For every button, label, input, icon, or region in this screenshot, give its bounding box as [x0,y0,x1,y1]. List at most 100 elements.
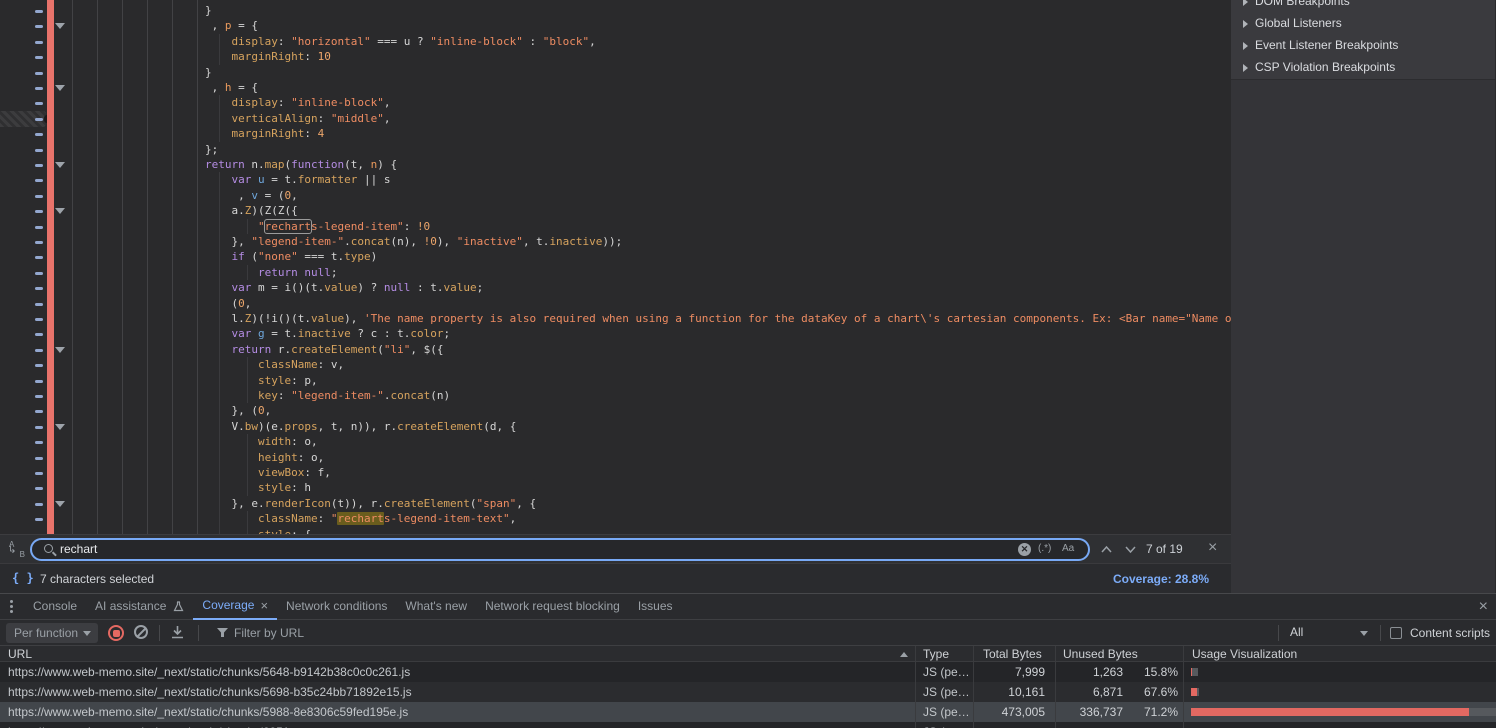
close-find-bar-button[interactable]: × [1208,539,1217,557]
search-input[interactable]: rechart ✕ (.*) Aa [30,538,1090,561]
tab-network-conditions[interactable]: Network conditions [277,594,396,620]
code-line[interactable]: return r.createElement("li", $({ [0,342,1231,358]
code-line[interactable]: className: "recharts-legend-item-text", [0,511,1231,527]
code-line[interactable]: return null; [0,265,1231,281]
replace-toggle-icon[interactable]: A↳B [8,541,26,558]
pretty-print-line-marker [35,287,43,290]
code-line[interactable]: style: h [0,480,1231,496]
code-line-text: , h = { [205,81,258,94]
pretty-print-line-marker [35,441,43,444]
tab-coverage[interactable]: Coverage× [193,594,277,620]
table-row[interactable]: https://www.web-memo.site/_next/static/c… [0,702,1496,722]
code-fold-arrow-icon[interactable] [55,162,65,168]
sidebar-section-event-listener-breakpoints[interactable]: Event Listener Breakpoints [1231,35,1495,57]
code-fold-arrow-icon[interactable] [55,85,65,91]
tab-label: Console [33,594,77,619]
code-line[interactable]: className: v, [0,357,1231,373]
close-tab-icon[interactable]: × [260,593,268,618]
code-line[interactable]: var u = t.formatter || s [0,172,1231,188]
coverage-mode-select[interactable]: Per function [6,623,98,643]
code-line[interactable]: , h = { [0,80,1231,96]
clear-search-icon[interactable]: ✕ [1018,543,1031,556]
tab-issues[interactable]: Issues [629,594,682,620]
tab-network-request-blocking[interactable]: Network request blocking [476,594,629,620]
table-row[interactable]: https://www.web-memo.site/_next/static/c… [0,722,1496,728]
toolbar-divider [1278,625,1279,641]
code-line[interactable]: }, (0, [0,403,1231,419]
match-case-toggle-icon[interactable]: Aa [1062,543,1074,554]
code-line[interactable]: l.Z)(!i()(t.value), 'The name property i… [0,311,1231,327]
code-line[interactable]: var g = t.inactive ? c : t.color; [0,326,1231,342]
pretty-print-line-marker [35,395,43,398]
code-line-text: width: o, [205,435,318,448]
code-line[interactable]: , p = { [0,18,1231,34]
sidebar-section-csp-violation-breakpoints[interactable]: CSP Violation Breakpoints [1231,57,1495,79]
sidebar-section-dom-breakpoints[interactable]: DOM Breakpoints [1231,0,1495,13]
code-line[interactable]: style: p, [0,373,1231,389]
column-header-usage: Usage Visualization [1192,647,1297,661]
code-editor[interactable]: } , p = { display: "horizontal" === u ? … [0,0,1231,534]
code-line[interactable]: height: o, [0,450,1231,466]
code-line[interactable]: }, "legend-item-".concat(n), !0), "inact… [0,234,1231,250]
code-line[interactable]: key: "legend-item-".concat(n) [0,388,1231,404]
pretty-print-line-marker [35,426,43,429]
code-line[interactable]: a.Z)(Z(Z({ [0,203,1231,219]
code-line[interactable]: } [0,3,1231,19]
code-line-text: }, (0, [205,404,271,417]
code-line[interactable]: } [0,65,1231,81]
clear-coverage-button[interactable] [134,625,148,639]
tab-console[interactable]: Console [24,594,86,620]
code-line[interactable]: }; [0,142,1231,158]
coverage-table-header[interactable]: URL Type Total Bytes Unused Bytes Usage … [0,646,1496,662]
code-fold-arrow-icon[interactable] [55,23,65,29]
close-drawer-button[interactable]: × [1479,598,1488,616]
sidebar-section-global-listeners[interactable]: Global Listeners [1231,13,1495,35]
search-query[interactable]: rechart [60,542,97,556]
export-coverage-button[interactable] [170,625,185,639]
code-line[interactable]: viewBox: f, [0,465,1231,481]
code-fold-arrow-icon[interactable] [55,424,65,430]
code-line[interactable]: "recharts-legend-item": !0 [0,219,1231,235]
more-tabs-menu-icon[interactable] [10,600,14,613]
stop-recording-button[interactable] [108,625,124,641]
find-bar: A↳B rechart ✕ (.*) Aa 7 of 19 × [0,534,1231,563]
code-line[interactable]: , v = (0, [0,188,1231,204]
code-line[interactable]: if ("none" === t.type) [0,249,1231,265]
row-unused-bytes: 336,737 [1055,705,1123,719]
tab-label: Network conditions [286,594,387,619]
chevron-down-icon [1360,631,1368,636]
filter-by-url-input[interactable]: Filter by URL [234,626,304,640]
code-line[interactable]: return n.map(function(t, n) { [0,157,1231,173]
code-line[interactable]: V.bw)(e.props, t, n)), r.createElement(d… [0,419,1231,435]
code-line[interactable]: verticalAlign: "middle", [0,111,1231,127]
code-fold-arrow-icon[interactable] [55,208,65,214]
regex-toggle-icon[interactable]: (.*) [1038,543,1051,554]
coverage-percentage-link[interactable]: Coverage: 28.8% [1113,572,1209,586]
row-unused-bytes: 6,871 [1055,685,1123,699]
previous-match-button[interactable] [1100,545,1113,554]
column-header-unused: Unused Bytes [1063,647,1138,661]
code-line[interactable]: (0, [0,296,1231,312]
tab-what-s-new[interactable]: What's new [396,594,476,620]
code-line[interactable]: }, e.renderIcon(t)), r.createElement("sp… [0,496,1231,512]
table-row[interactable]: https://www.web-memo.site/_next/static/c… [0,682,1496,702]
next-match-button[interactable] [1124,545,1137,554]
code-line[interactable]: var m = i()(t.value) ? null : t.value; [0,280,1231,296]
code-fold-arrow-icon[interactable] [55,501,65,507]
row-type: JS (pe… [923,665,969,679]
code-line[interactable]: marginRight: 4 [0,126,1231,142]
code-fold-arrow-icon[interactable] [55,347,65,353]
pretty-print-line-marker [35,457,43,460]
code-line[interactable]: display: "inline-block", [0,95,1231,111]
tab-ai-assistance[interactable]: AI assistance [86,594,193,620]
code-line-text: return n.map(function(t, n) { [205,158,397,171]
table-row[interactable]: https://www.web-memo.site/_next/static/c… [0,662,1496,682]
code-line-text: height: o, [205,451,324,464]
code-line[interactable]: style: { [0,527,1231,534]
code-line[interactable]: display: "horizontal" === u ? "inline-bl… [0,34,1231,50]
code-line[interactable]: marginRight: 10 [0,49,1231,65]
content-scripts-checkbox[interactable] [1390,627,1402,639]
content-scripts-label: Content scripts [1410,626,1490,640]
pretty-print-icon[interactable]: { } [12,571,34,585]
code-line[interactable]: width: o, [0,434,1231,450]
